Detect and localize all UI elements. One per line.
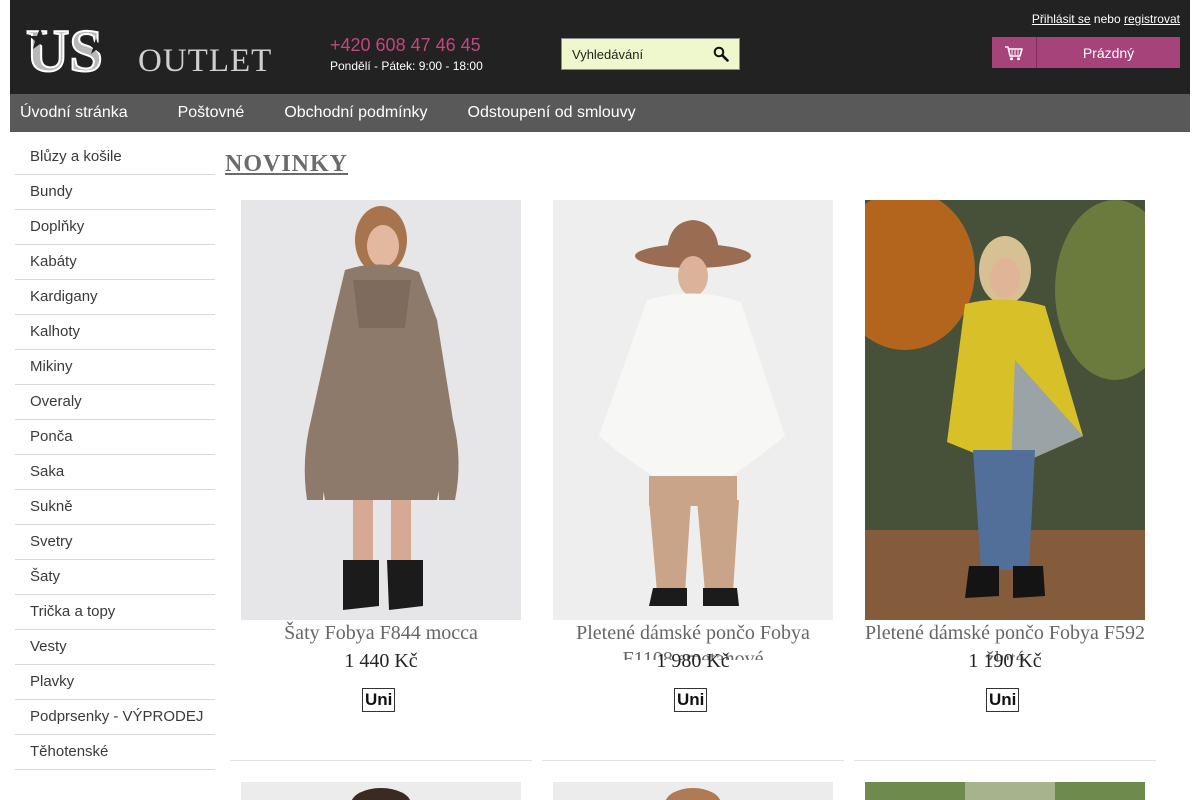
main-nav: Úvodní stránka Poštovné Obchodní podmínk… bbox=[10, 94, 1190, 132]
category-bundy[interactable]: Bundy bbox=[15, 175, 215, 210]
product-price: 1 440 Kč bbox=[344, 650, 418, 672]
category-bluzy-kosile[interactable]: Blůzy a košile bbox=[15, 140, 215, 175]
account-links: Přihlásit se nebo registrovat bbox=[1032, 12, 1180, 26]
category-sidebar: Blůzy a košile Bundy Doplňky Kabáty Kard… bbox=[15, 140, 215, 770]
product-image[interactable] bbox=[241, 200, 521, 620]
product-name[interactable]: Šaty Fobya F844 mocca bbox=[230, 620, 532, 650]
size-option[interactable]: Uni bbox=[674, 688, 708, 712]
product-image[interactable] bbox=[865, 782, 1145, 800]
category-kalhoty[interactable]: Kalhoty bbox=[15, 315, 215, 350]
model-photo bbox=[553, 782, 833, 800]
category-kardigany[interactable]: Kardigany bbox=[15, 280, 215, 315]
nav-withdrawal[interactable]: Odstoupení od smlouvy bbox=[448, 94, 656, 132]
login-or-text: nebo bbox=[1090, 12, 1124, 26]
nav-shipping[interactable]: Poštovné bbox=[158, 94, 265, 132]
category-saka[interactable]: Saka bbox=[15, 455, 215, 490]
cart-status: Prázdný bbox=[1037, 37, 1180, 68]
cart-button[interactable]: Prázdný bbox=[992, 37, 1180, 68]
search-input[interactable] bbox=[562, 39, 702, 69]
product-card: Pletené dámské pončo Fobya F1108 smetano… bbox=[542, 200, 854, 761]
register-link[interactable]: registrovat bbox=[1124, 12, 1180, 26]
category-ponca[interactable]: Ponča bbox=[15, 420, 215, 455]
category-mikiny[interactable]: Mikiny bbox=[15, 350, 215, 385]
site-header: US OUTLET +420 608 47 46 45 Pondělí - Pá… bbox=[10, 0, 1190, 94]
logo-text: OUTLET bbox=[138, 43, 273, 79]
model-photo bbox=[241, 200, 521, 620]
product-price: 1 190 Kč bbox=[968, 650, 1042, 672]
search-form bbox=[561, 38, 740, 70]
product-card: Pletené dámské pončo Fobya F592 žluté 1 … bbox=[854, 200, 1166, 761]
product-image[interactable] bbox=[865, 200, 1145, 620]
size-option[interactable]: Uni bbox=[986, 688, 1020, 712]
product-price: 1 980 Kč bbox=[656, 650, 730, 672]
shopping-cart-icon bbox=[1005, 45, 1023, 60]
category-kabaty[interactable]: Kabáty bbox=[15, 245, 215, 280]
divider bbox=[854, 760, 1156, 761]
cart-icon-box bbox=[992, 37, 1037, 68]
model-photo bbox=[865, 200, 1145, 620]
product-image[interactable] bbox=[553, 782, 833, 800]
model-photo bbox=[241, 782, 521, 800]
search-icon bbox=[713, 46, 729, 62]
site-logo[interactable]: US OUTLET bbox=[24, 16, 271, 85]
category-podprsenky[interactable]: Podprsenky - VÝPRODEJ bbox=[15, 700, 215, 735]
size-option[interactable]: Uni bbox=[362, 688, 396, 712]
product-card: Šaty Fobya F844 mocca 1 440 Kč Uni bbox=[230, 200, 542, 761]
logo-us-text: US bbox=[26, 18, 103, 78]
model-photo bbox=[553, 200, 833, 620]
category-saty[interactable]: Šaty bbox=[15, 560, 215, 595]
divider bbox=[230, 760, 532, 761]
divider bbox=[542, 760, 844, 761]
page-title: NOVINKY bbox=[225, 151, 349, 177]
product-image[interactable] bbox=[553, 200, 833, 620]
category-tehotenske[interactable]: Těhotenské bbox=[15, 735, 215, 770]
product-image[interactable] bbox=[241, 782, 521, 800]
search-button[interactable] bbox=[702, 39, 739, 69]
opening-hours: Pondělí - Pátek: 9:00 - 18:00 bbox=[330, 59, 483, 73]
login-link[interactable]: Přihlásit se bbox=[1032, 12, 1091, 26]
category-vesty[interactable]: Vesty bbox=[15, 630, 215, 665]
contact-phone[interactable]: +420 608 47 46 45 bbox=[330, 35, 481, 56]
category-overaly[interactable]: Overaly bbox=[15, 385, 215, 420]
model-photo bbox=[865, 782, 1145, 800]
category-sukne[interactable]: Sukně bbox=[15, 490, 215, 525]
category-doplnky[interactable]: Doplňky bbox=[15, 210, 215, 245]
category-svetry[interactable]: Svetry bbox=[15, 525, 215, 560]
category-tricka-topy[interactable]: Trička a topy bbox=[15, 595, 215, 630]
category-plavky[interactable]: Plavky bbox=[15, 665, 215, 700]
nav-home[interactable]: Úvodní stránka bbox=[10, 94, 148, 132]
nav-terms[interactable]: Obchodní podmínky bbox=[264, 94, 447, 132]
